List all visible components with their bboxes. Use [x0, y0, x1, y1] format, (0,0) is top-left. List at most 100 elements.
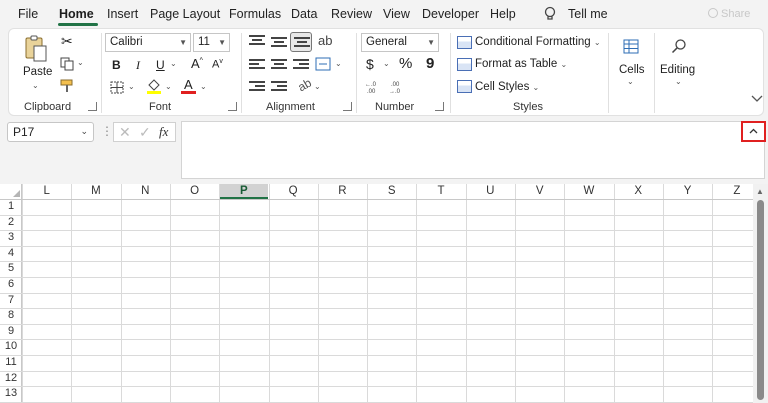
- align-center-icon[interactable]: [271, 59, 287, 73]
- tab-help[interactable]: Help: [490, 7, 516, 21]
- merge-dropdown-icon[interactable]: ⌄: [335, 59, 342, 68]
- orientation-icon[interactable]: ab: [295, 76, 314, 95]
- svg-text:←.0: ←.0: [365, 82, 377, 88]
- tab-insert[interactable]: Insert: [107, 7, 138, 21]
- comma-button[interactable]: 9: [426, 55, 434, 72]
- underline-button[interactable]: U: [156, 58, 165, 72]
- font-size-select[interactable]: 11 ▼: [193, 33, 230, 52]
- font-family-select[interactable]: Calibri ▼: [105, 33, 191, 52]
- top-align-icon[interactable]: [249, 35, 265, 49]
- separator: [241, 33, 242, 113]
- borders-icon[interactable]: [110, 81, 124, 94]
- number-launcher-icon[interactable]: [435, 102, 444, 111]
- cancel-icon[interactable]: ✕: [119, 124, 131, 141]
- chevron-down-icon: ⌄: [675, 77, 682, 86]
- insert-function-button[interactable]: fx: [159, 124, 168, 140]
- grow-font-button[interactable]: A^: [191, 56, 203, 71]
- shrink-font-button[interactable]: Av: [212, 58, 223, 71]
- chevron-down-icon: ⌄: [593, 38, 601, 47]
- chevron-down-icon: ▼: [427, 38, 435, 47]
- tab-view[interactable]: View: [383, 7, 410, 21]
- menu-bar: File Home Insert Page Layout Formulas Da…: [0, 0, 768, 28]
- chevron-down-icon: ▼: [218, 38, 226, 47]
- font-color-button[interactable]: A: [181, 77, 197, 95]
- vertical-scrollbar[interactable]: ▲: [753, 184, 768, 403]
- tab-page-layout[interactable]: Page Layout: [150, 7, 220, 21]
- svg-text:.00: .00: [367, 89, 376, 94]
- chevron-down-icon: ⌄: [532, 83, 540, 92]
- ribbon: Paste ⌄ ✂ ⌄ Clipboard Calibri ▼ 11 ▼ B I U…: [8, 28, 764, 116]
- name-box[interactable]: P17 ⌄: [7, 122, 94, 142]
- underline-dropdown-icon[interactable]: ⌄: [170, 59, 177, 68]
- clipboard-launcher-icon[interactable]: [88, 102, 97, 111]
- vertical-dots-icon[interactable]: ⋮: [101, 124, 113, 138]
- middle-align-icon[interactable]: [271, 37, 287, 51]
- tab-home[interactable]: Home: [59, 7, 94, 21]
- svg-text:.00: .00: [391, 82, 400, 88]
- percent-button[interactable]: %: [399, 55, 412, 72]
- decrease-indent-icon[interactable]: [249, 81, 265, 95]
- conditional-formatting-icon: [457, 36, 472, 49]
- decrease-decimal-icon[interactable]: .00→.0: [389, 79, 405, 94]
- spreadsheet-grid[interactable]: LMNOPQRSTUVWXYZ 1 2 3 4 5 6 7 8 9 10 11 12 13: [0, 184, 768, 403]
- clipboard-label: Clipboard: [24, 101, 72, 113]
- cells-button[interactable]: Cells ⌄: [613, 33, 649, 93]
- cell-styles-button[interactable]: Cell Styles ⌄: [475, 81, 539, 93]
- share-button[interactable]: Share: [708, 8, 750, 20]
- copy-icon[interactable]: [60, 57, 74, 71]
- formula-input[interactable]: [181, 121, 765, 179]
- bold-button[interactable]: B: [112, 58, 121, 72]
- format-painter-icon[interactable]: [60, 79, 75, 93]
- bottom-align-icon: [294, 37, 310, 51]
- tab-data[interactable]: Data: [291, 7, 317, 21]
- tab-review[interactable]: Review: [331, 7, 372, 21]
- font-color-dropdown-icon[interactable]: ⌄: [200, 82, 207, 91]
- italic-button[interactable]: I: [136, 58, 140, 73]
- tab-formulas[interactable]: Formulas: [229, 7, 281, 21]
- format-as-table-icon: [457, 58, 472, 71]
- fill-color-icon[interactable]: [146, 78, 162, 95]
- cells-icon: [623, 39, 639, 54]
- paste-button[interactable]: Paste: [23, 66, 52, 78]
- currency-button[interactable]: $: [366, 56, 374, 72]
- separator: [101, 33, 102, 113]
- enter-icon[interactable]: ✓: [139, 124, 151, 141]
- fill-color-dropdown-icon[interactable]: ⌄: [165, 82, 172, 91]
- editing-button[interactable]: Editing ⌄: [657, 33, 701, 93]
- number-label: Number: [375, 101, 415, 113]
- font-color-bar: [181, 91, 196, 94]
- orientation-dropdown-icon[interactable]: ⌄: [314, 82, 321, 91]
- paste-icon[interactable]: [23, 35, 49, 63]
- merge-center-icon[interactable]: [315, 57, 331, 71]
- number-format-select[interactable]: General ▼: [361, 33, 439, 52]
- wrap-text-icon[interactable]: ab: [318, 33, 332, 48]
- borders-dropdown-icon[interactable]: ⌄: [128, 82, 135, 91]
- bottom-align-button[interactable]: [290, 32, 312, 52]
- conditional-formatting-button[interactable]: Conditional Formatting ⌄: [475, 36, 601, 48]
- paste-dropdown-icon[interactable]: ⌄: [32, 81, 39, 90]
- tab-file[interactable]: File: [18, 7, 38, 21]
- collapse-formula-bar-button[interactable]: [741, 121, 766, 142]
- ribbon-display-options-icon[interactable]: [751, 95, 763, 103]
- format-as-table-button[interactable]: Format as Table ⌄: [475, 58, 567, 70]
- currency-dropdown-icon[interactable]: ⌄: [383, 59, 390, 68]
- separator: [450, 33, 451, 113]
- copy-dropdown-icon[interactable]: ⌄: [77, 58, 84, 67]
- scroll-up-icon[interactable]: ▲: [756, 187, 764, 196]
- increase-indent-icon[interactable]: [271, 81, 287, 95]
- lightbulb-icon[interactable]: [543, 6, 557, 22]
- separator: [608, 33, 609, 113]
- chevron-down-icon: ⌄: [560, 60, 568, 69]
- tell-me-search[interactable]: Tell me: [568, 7, 608, 21]
- styles-label: Styles: [513, 101, 543, 113]
- align-right-icon[interactable]: [293, 59, 309, 73]
- scrollbar-thumb[interactable]: [757, 200, 764, 400]
- increase-decimal-icon[interactable]: ←.0.00: [365, 79, 381, 94]
- alignment-launcher-icon[interactable]: [343, 102, 352, 111]
- align-left-icon[interactable]: [249, 59, 265, 73]
- font-launcher-icon[interactable]: [228, 102, 237, 111]
- cut-icon[interactable]: ✂: [61, 33, 73, 50]
- separator: [356, 33, 357, 113]
- separator: [654, 33, 655, 113]
- tab-developer[interactable]: Developer: [422, 7, 479, 21]
